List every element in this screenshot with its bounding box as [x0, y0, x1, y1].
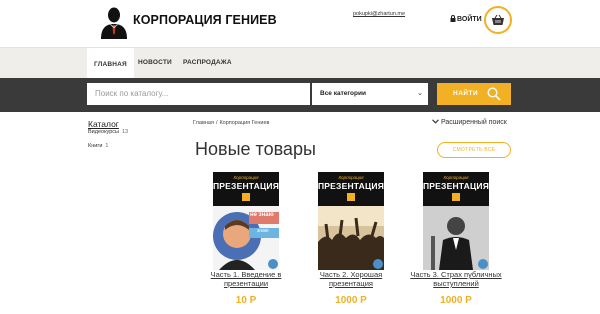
cover-title-text: ПРЕЗЕНТАЦИЯ: [318, 181, 384, 191]
cover-title-text: ПРЕЗЕНТАЦИЯ: [213, 181, 279, 191]
chevron-down-icon: [432, 119, 439, 124]
login-label: ВОЙТИ: [457, 16, 482, 23]
search-bar: Поиск по каталогу... Все категории ⌄ НАЙ…: [0, 78, 600, 112]
product-title-link[interactable]: Часть 2. Хорошая презентация: [298, 270, 404, 288]
logo-silhouette-icon[interactable]: [100, 6, 128, 39]
product-title-link[interactable]: Часть 1. Введение в презентации: [193, 270, 299, 288]
crowd-photo: [318, 206, 384, 270]
cover-brand-text: Корпорация: [338, 175, 364, 180]
contact-email-link[interactable]: pokupki@zhartun.me: [353, 11, 405, 17]
product-price: 1000 Р: [335, 295, 367, 306]
sidebar-item-label: Видеокурсы: [88, 129, 119, 135]
advanced-search-toggle[interactable]: Расширенный поиск: [432, 119, 507, 126]
sidebar-item-count: 1: [105, 143, 109, 149]
lock-icon: [450, 15, 456, 22]
breadcrumb-separator: /: [215, 120, 218, 126]
brand-name[interactable]: КОРПОРАЦИЯ ГЕНИЕВ: [133, 13, 277, 27]
cover-number-badge: [347, 193, 355, 201]
breadcrumb-home-link[interactable]: Главная: [193, 120, 214, 126]
chevron-down-icon: ⌄: [417, 90, 423, 97]
catalog-title-link[interactable]: Каталог: [88, 119, 119, 129]
main-nav: ГЛАВНАЯ НОВОСТИ РАСПРОДАЖА: [0, 47, 600, 78]
product-cover-image[interactable]: Корпорация ПРЕЗЕНТАЦИЯ: [423, 172, 489, 270]
breadcrumb: Главная / Корпорация Гениев: [193, 120, 269, 126]
product-price: 1000 Р: [440, 295, 472, 306]
cover-badge-know: знаю: [257, 228, 269, 234]
nav-item-sale[interactable]: РАСПРОДАЖА: [183, 48, 232, 78]
advanced-search-label: Расширенный поиск: [440, 119, 507, 126]
category-select[interactable]: Все категории ⌄: [312, 83, 428, 105]
search-button[interactable]: НАЙТИ: [437, 83, 511, 105]
search-icon: [487, 87, 501, 101]
nav-item-home[interactable]: ГЛАВНАЯ: [87, 48, 134, 78]
product-title-link[interactable]: Часть 3. Страх публичных выступлений: [403, 270, 509, 288]
search-input[interactable]: Поиск по каталогу...: [87, 83, 310, 105]
product-cover-image[interactable]: Корпорация ПРЕЗЕНТАЦИЯ: [318, 172, 384, 270]
sidebar-item-count: 13: [122, 129, 129, 135]
cover-brand-text: Корпорация: [233, 175, 259, 180]
page-title: Новые товары: [195, 139, 316, 159]
view-all-button[interactable]: СМОТРЕТЬ ВСЕ: [437, 142, 511, 158]
product-cover-image[interactable]: Корпорация ПРЕЗЕНТАЦИЯ не знаю знаю: [213, 172, 279, 270]
search-button-label: НАЙТИ: [453, 90, 479, 97]
category-select-value: Все категории: [320, 90, 366, 97]
cover-badge-dont-know: не знаю: [250, 212, 274, 218]
cart-button[interactable]: [484, 6, 512, 34]
sidebar-item-label: Книги: [88, 143, 103, 149]
sidebar-item-videocourses[interactable]: Видеокурсы 13: [88, 129, 128, 135]
cover-number-badge: [242, 193, 250, 201]
speaker-photo: [423, 206, 489, 270]
breadcrumb-current: Корпорация Гениев: [219, 120, 270, 126]
sidebar-item-books[interactable]: Книги 1: [88, 143, 108, 149]
basket-icon: [492, 14, 504, 25]
cover-number-badge: [452, 193, 460, 201]
cover-title-text: ПРЕЗЕНТАЦИЯ: [423, 181, 489, 191]
site-header: КОРПОРАЦИЯ ГЕНИЕВ pokupki@zhartun.me ВОЙ…: [0, 0, 600, 47]
product-price: 10 Р: [235, 295, 257, 306]
login-link[interactable]: ВОЙТИ: [450, 15, 482, 23]
cover-brand-text: Корпорация: [443, 175, 469, 180]
nav-item-news[interactable]: НОВОСТИ: [138, 48, 172, 78]
